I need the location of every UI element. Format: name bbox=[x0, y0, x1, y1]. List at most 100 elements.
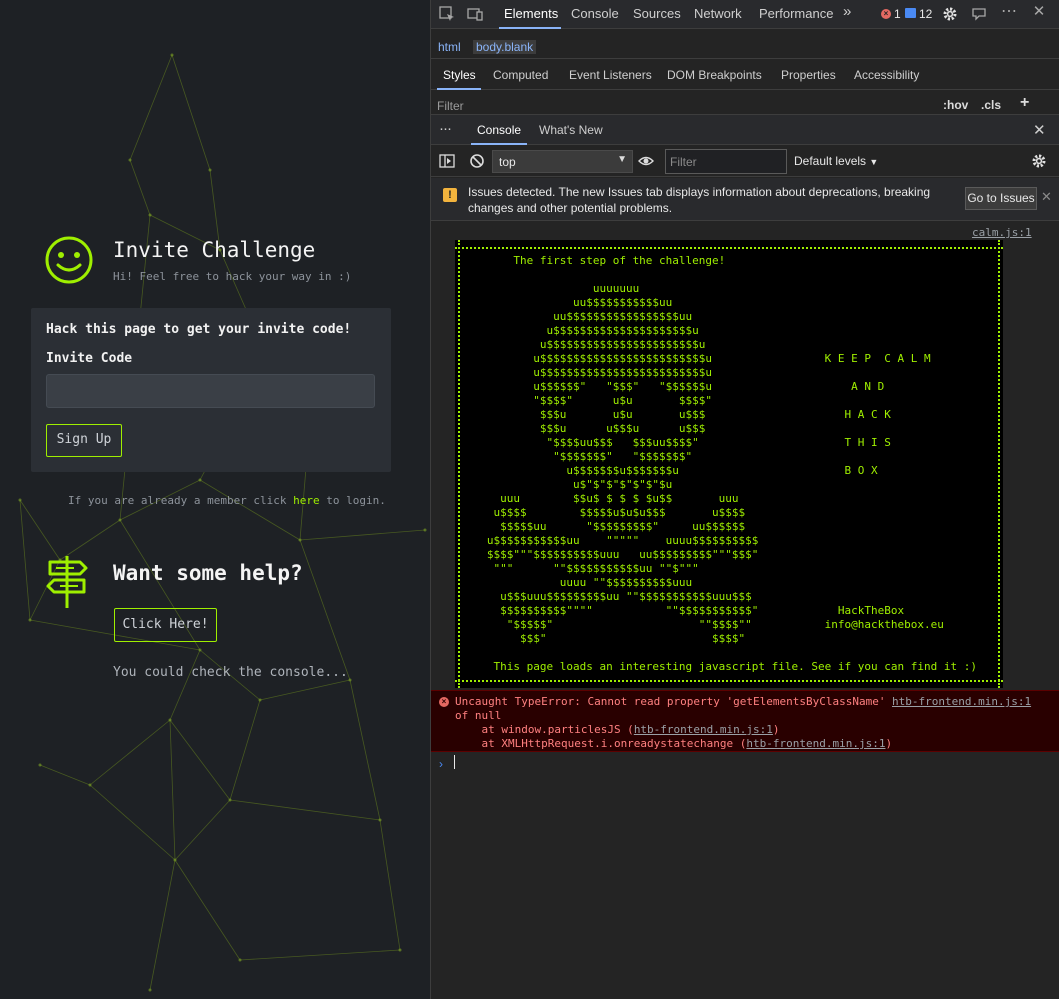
more-tabs-chevron-icon[interactable]: » bbox=[843, 3, 851, 20]
particle-link bbox=[19, 499, 31, 621]
particle-link bbox=[129, 159, 151, 216]
particle-link bbox=[149, 859, 176, 991]
invite-code-label: Invite Code bbox=[46, 351, 133, 366]
particle-link bbox=[379, 819, 401, 951]
particle-dot bbox=[148, 213, 152, 217]
ascii-border-left bbox=[458, 240, 460, 688]
login-hint-suffix: to login. bbox=[319, 494, 386, 507]
tab-network[interactable]: Network bbox=[694, 6, 742, 21]
click-here-button[interactable]: Click Here! bbox=[114, 608, 217, 642]
particle-dot bbox=[28, 618, 32, 622]
smiley-icon bbox=[45, 236, 93, 284]
stack-frame-suffix: ) bbox=[885, 737, 893, 750]
subtab-properties[interactable]: Properties bbox=[781, 68, 836, 82]
particle-dot bbox=[378, 818, 382, 822]
subtab-accessibility[interactable]: Accessibility bbox=[854, 68, 919, 82]
particle-link bbox=[89, 784, 176, 861]
particle-link bbox=[39, 764, 91, 786]
console-settings-gear-icon[interactable] bbox=[1031, 153, 1047, 169]
inspect-element-icon[interactable] bbox=[439, 6, 455, 22]
close-devtools-icon[interactable]: ✕ bbox=[1031, 4, 1047, 20]
console-toolbar: top ▼ Filter Default levels ▼ bbox=[431, 146, 1059, 177]
device-toolbar-icon[interactable] bbox=[467, 6, 483, 22]
sign-up-button[interactable]: Sign Up bbox=[46, 424, 122, 457]
console-filter-input[interactable]: Filter bbox=[665, 149, 787, 174]
console-input[interactable] bbox=[454, 755, 455, 769]
particle-link bbox=[174, 859, 241, 961]
particle-link bbox=[171, 54, 211, 171]
particle-dot bbox=[298, 538, 302, 542]
drawer-tab-whats-new[interactable]: What's New bbox=[539, 123, 603, 137]
drawer-tabbar: ··· Console What's New ✕ bbox=[431, 114, 1059, 145]
tab-performance[interactable]: Performance bbox=[759, 6, 833, 21]
particle-dot bbox=[208, 168, 212, 172]
customize-menu-icon[interactable]: ⋯ bbox=[1001, 4, 1017, 20]
particle-dot bbox=[238, 958, 242, 962]
styles-subtabs: Styles Computed Event Listeners DOM Brea… bbox=[431, 60, 1059, 90]
web-page: Invite Challenge Hi! Feel free to hack y… bbox=[0, 0, 430, 999]
stack-frame-suffix: ) bbox=[772, 723, 780, 736]
tab-elements[interactable]: Elements bbox=[504, 6, 558, 21]
message-count[interactable]: 12 bbox=[919, 7, 932, 21]
breadcrumb-body[interactable]: body.blank bbox=[473, 40, 537, 54]
drawer-tab-console[interactable]: Console bbox=[477, 123, 521, 137]
clear-console-icon[interactable] bbox=[469, 153, 485, 169]
particle-link bbox=[299, 539, 351, 681]
particle-dot bbox=[198, 478, 202, 482]
error-source-link[interactable]: htb-frontend.min.js:1 bbox=[892, 695, 1031, 708]
message-count-icon[interactable] bbox=[905, 8, 916, 18]
tab-sources[interactable]: Sources bbox=[633, 6, 681, 21]
error-count-icon[interactable]: × bbox=[881, 9, 891, 19]
styles-filter-input[interactable]: Filter bbox=[437, 99, 464, 113]
drawer-more-icon[interactable]: ··· bbox=[439, 120, 452, 137]
context-select[interactable]: top ▼ bbox=[492, 150, 633, 173]
close-banner-icon[interactable]: ✕ bbox=[1041, 189, 1052, 205]
active-drawer-tab-indicator bbox=[471, 143, 527, 145]
log-levels-dropdown[interactable]: Default levels ▼ bbox=[794, 154, 878, 168]
devtools-panel: Elements Console Sources Network Perform… bbox=[430, 0, 1059, 999]
particle-link bbox=[239, 949, 401, 961]
particle-dot bbox=[173, 858, 177, 862]
new-style-rule-button[interactable]: + bbox=[1020, 94, 1029, 112]
active-tab-indicator bbox=[499, 27, 561, 29]
error-text-continued: of null bbox=[455, 709, 502, 722]
cls-toggle[interactable]: .cls bbox=[981, 98, 1001, 112]
breadcrumb-html[interactable]: html bbox=[438, 40, 461, 54]
ascii-border-bottom bbox=[455, 680, 1003, 682]
error-count[interactable]: 1 bbox=[894, 7, 901, 21]
hov-toggle[interactable]: :hov bbox=[943, 98, 968, 112]
subtab-styles[interactable]: Styles bbox=[443, 68, 476, 82]
subtab-computed[interactable]: Computed bbox=[493, 68, 548, 82]
card-heading: Hack this page to get your invite code! bbox=[46, 322, 352, 337]
levels-arrow-icon: ▼ bbox=[869, 157, 879, 167]
login-hint-prefix: If you are already a member click bbox=[68, 494, 294, 507]
log-levels-label: Default levels bbox=[794, 154, 867, 168]
dropdown-arrow-icon: ▼ bbox=[617, 154, 627, 165]
ascii-art-log: The first step of the challenge! uuuuuuu… bbox=[455, 240, 1003, 688]
error-text: Uncaught TypeError: Cannot read property… bbox=[455, 695, 886, 708]
settings-gear-icon[interactable] bbox=[942, 6, 958, 22]
invite-code-input[interactable] bbox=[46, 374, 375, 408]
particle-dot bbox=[423, 528, 427, 532]
go-to-issues-button[interactable]: Go to Issues bbox=[965, 187, 1037, 210]
particle-link bbox=[174, 799, 231, 861]
sidebar-toggle-icon[interactable] bbox=[439, 153, 455, 169]
console-error-message: × Uncaught TypeError: Cannot read proper… bbox=[431, 690, 1059, 752]
log-source-link[interactable]: calm.js:1 bbox=[972, 226, 1032, 239]
tab-console[interactable]: Console bbox=[571, 6, 619, 21]
particle-dot bbox=[348, 678, 352, 682]
login-link[interactable]: here bbox=[293, 494, 320, 507]
subtab-event-listeners[interactable]: Event Listeners bbox=[569, 68, 652, 82]
close-drawer-icon[interactable]: ✕ bbox=[1033, 121, 1046, 139]
feedback-icon[interactable] bbox=[971, 6, 987, 22]
particle-dot bbox=[128, 158, 132, 162]
stack-frame-link[interactable]: htb-frontend.min.js:1 bbox=[634, 723, 773, 736]
particle-dot bbox=[258, 698, 262, 702]
ascii-art-text: The first step of the challenge! uuuuuuu… bbox=[486, 254, 977, 673]
subtab-dom-breakpoints[interactable]: DOM Breakpoints bbox=[667, 68, 762, 82]
live-expression-eye-icon[interactable] bbox=[638, 153, 654, 169]
particle-dot bbox=[38, 763, 42, 767]
warning-icon: ! bbox=[443, 188, 457, 202]
stack-frame-link[interactable]: htb-frontend.min.js:1 bbox=[746, 737, 885, 750]
particle-link bbox=[229, 799, 381, 821]
